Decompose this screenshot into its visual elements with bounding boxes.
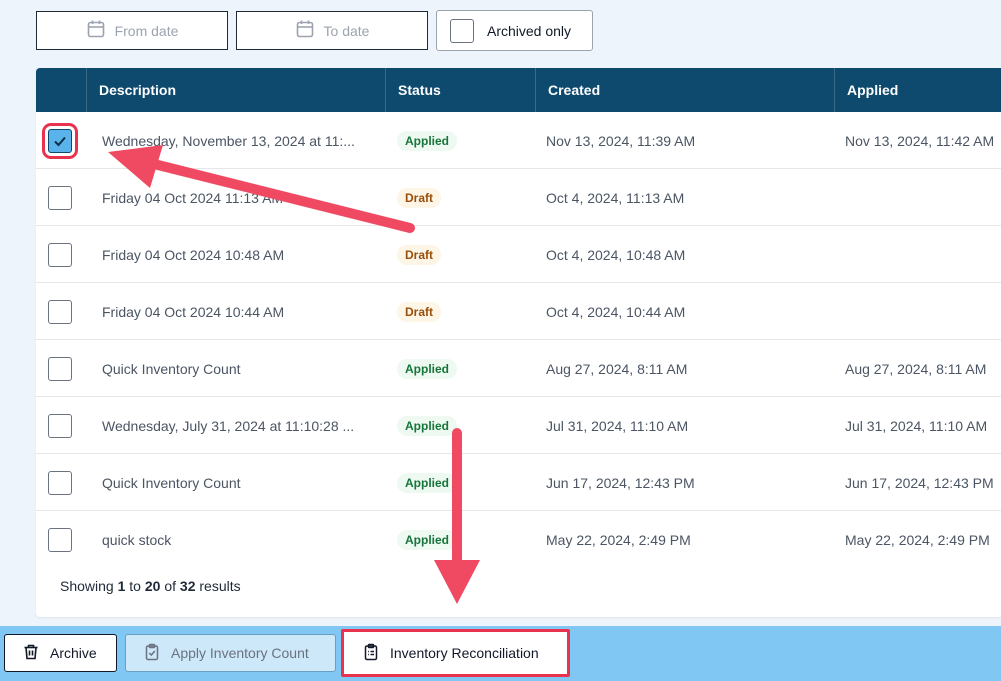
row-description: Quick Inventory Count xyxy=(102,474,241,491)
row-applied: Aug 27, 2024, 8:11 AM xyxy=(845,360,987,377)
status-badge: Draft xyxy=(397,187,442,208)
pagination-summary: Showing 1 to 20 of 32 results xyxy=(60,578,241,594)
row-checkbox[interactable] xyxy=(48,470,72,495)
row-description: Friday 04 Oct 2024 10:48 AM xyxy=(102,246,285,263)
to-date-label: To date xyxy=(323,22,370,39)
table-row[interactable]: Friday 04 Oct 2024 10:48 AM Draft Oct 4,… xyxy=(36,226,1001,283)
row-description: Wednesday, November 13, 2024 at 11:... xyxy=(102,132,355,149)
table-header: Description Status Created Applied xyxy=(36,68,1001,112)
row-applied: Jul 31, 2024, 11:10 AM xyxy=(845,417,988,434)
row-checkbox[interactable] xyxy=(48,527,72,552)
status-badge: Draft xyxy=(397,301,442,322)
inventory-counts-table: Description Status Created Applied Wedne… xyxy=(36,68,1001,617)
status-badge: Applied xyxy=(397,130,457,151)
header-created[interactable]: Created xyxy=(535,68,834,112)
row-description: Quick Inventory Count xyxy=(102,360,241,377)
status-badge: Applied xyxy=(397,472,457,493)
row-created: Oct 4, 2024, 10:44 AM xyxy=(546,303,686,320)
table-row[interactable]: Wednesday, July 31, 2024 at 11:10:28 ...… xyxy=(36,397,1001,454)
table-body: Wednesday, November 13, 2024 at 11:... A… xyxy=(36,112,1001,552)
table-row[interactable]: quick stock Applied May 22, 2024, 2:49 P… xyxy=(36,511,1001,552)
row-checkbox[interactable] xyxy=(48,185,72,210)
header-status[interactable]: Status xyxy=(385,68,535,112)
row-description: Friday 04 Oct 2024 11:13 AM xyxy=(102,189,284,206)
table-row[interactable]: Friday 04 Oct 2024 11:13 AM Draft Oct 4,… xyxy=(36,169,1001,226)
header-select-cell xyxy=(36,68,86,112)
clipboard-list-icon xyxy=(362,643,380,664)
row-checkbox[interactable] xyxy=(48,242,72,267)
row-created: Oct 4, 2024, 10:48 AM xyxy=(546,246,686,263)
row-description: Friday 04 Oct 2024 10:44 AM xyxy=(102,303,285,320)
row-checkbox[interactable] xyxy=(48,299,72,324)
to-date-filter[interactable]: To date xyxy=(236,11,428,50)
archived-only-label: Archived only xyxy=(487,22,572,39)
status-badge: Draft xyxy=(397,244,442,265)
table-row[interactable]: Wednesday, November 13, 2024 at 11:... A… xyxy=(36,112,1001,169)
check-icon xyxy=(54,136,66,146)
table-row[interactable]: Friday 04 Oct 2024 10:44 AM Draft Oct 4,… xyxy=(36,283,1001,340)
header-applied[interactable]: Applied xyxy=(834,68,1001,112)
row-created: Aug 27, 2024, 8:11 AM xyxy=(546,360,688,377)
status-badge: Applied xyxy=(397,358,457,379)
bulk-action-bar: Archive Apply Inventory Count Inventory … xyxy=(0,626,1001,681)
status-badge: Applied xyxy=(397,529,457,550)
archived-only-checkbox[interactable] xyxy=(450,18,474,43)
row-applied: Nov 13, 2024, 11:42 AM xyxy=(845,132,995,149)
row-applied: May 22, 2024, 2:49 PM xyxy=(845,531,990,548)
row-created: Jun 17, 2024, 12:43 PM xyxy=(546,474,695,491)
row-applied: Jun 17, 2024, 12:43 PM xyxy=(845,474,994,491)
row-checkbox[interactable] xyxy=(48,356,72,381)
calendar-icon xyxy=(295,19,315,42)
clipboard-check-icon xyxy=(143,643,161,664)
row-description: quick stock xyxy=(102,531,172,548)
row-created: Jul 31, 2024, 11:10 AM xyxy=(546,417,689,434)
trash-icon xyxy=(22,643,40,664)
row-description: Wednesday, July 31, 2024 at 11:10:28 ... xyxy=(102,417,355,434)
row-checkbox[interactable] xyxy=(42,122,78,159)
archive-label: Archive xyxy=(50,645,97,661)
row-created: May 22, 2024, 2:49 PM xyxy=(546,531,691,548)
archived-only-toggle[interactable]: Archived only xyxy=(436,10,593,51)
from-date-filter[interactable]: From date xyxy=(36,11,228,50)
row-created: Oct 4, 2024, 11:13 AM xyxy=(546,189,685,206)
status-badge: Applied xyxy=(397,415,457,436)
table-row[interactable]: Quick Inventory Count Applied Jun 17, 20… xyxy=(36,454,1001,511)
calendar-icon xyxy=(86,19,106,42)
apply-inventory-count-button[interactable]: Apply Inventory Count xyxy=(125,634,336,672)
apply-label: Apply Inventory Count xyxy=(171,645,309,661)
reconciliation-label: Inventory Reconciliation xyxy=(390,645,539,661)
header-description[interactable]: Description xyxy=(86,68,385,112)
from-date-label: From date xyxy=(114,22,179,39)
row-checkbox[interactable] xyxy=(48,413,72,438)
inventory-reconciliation-button[interactable]: Inventory Reconciliation xyxy=(341,629,570,677)
row-created: Nov 13, 2024, 11:39 AM xyxy=(546,132,696,149)
table-row[interactable]: Quick Inventory Count Applied Aug 27, 20… xyxy=(36,340,1001,397)
archive-button[interactable]: Archive xyxy=(4,634,117,672)
